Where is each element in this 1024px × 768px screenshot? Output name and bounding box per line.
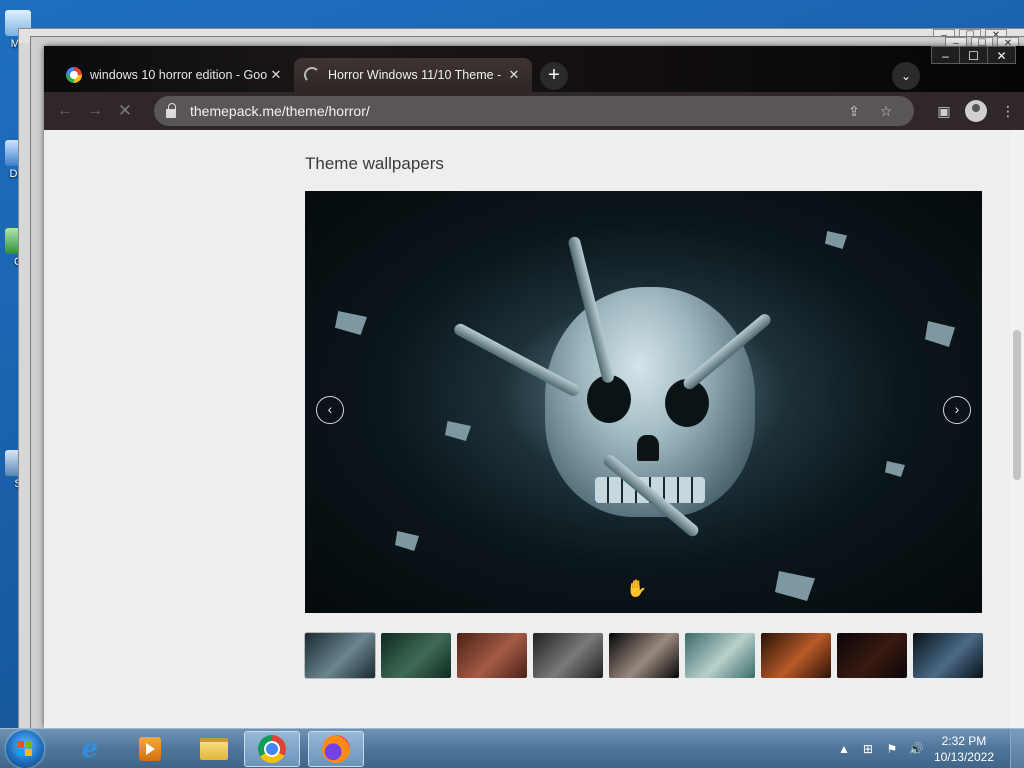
profile-avatar-icon[interactable] bbox=[965, 100, 987, 122]
wallpaper-thumbnail[interactable] bbox=[685, 633, 755, 678]
show-hidden-icons-icon[interactable]: ▲ bbox=[832, 742, 856, 756]
tab-strip: – ☐ ✕ windows 10 horror edition - Goo ✕ … bbox=[44, 46, 1024, 92]
debris-shard bbox=[925, 321, 955, 347]
address-bar[interactable]: themepack.me/theme/horror/ ⇪ ☆ bbox=[154, 96, 914, 126]
chrome-icon bbox=[258, 735, 286, 763]
media-player-icon bbox=[139, 737, 161, 761]
wallpaper-thumbnail[interactable] bbox=[381, 633, 451, 678]
system-tray: ▲ ⊞ ⚑ 🔊 2:32 PM 10/13/2022 bbox=[832, 729, 1024, 768]
wallpaper-thumbnail[interactable] bbox=[457, 633, 527, 678]
maximize-button[interactable]: ☐ bbox=[959, 46, 988, 64]
taskbar-media-player[interactable] bbox=[122, 731, 178, 767]
scrollbar-thumb[interactable] bbox=[1013, 330, 1021, 480]
side-panel-icon[interactable]: ▣ bbox=[928, 103, 960, 120]
skull-figure bbox=[545, 287, 755, 517]
debris-shard bbox=[775, 571, 815, 601]
bookmark-star-icon[interactable]: ☆ bbox=[870, 103, 902, 120]
browser-toolbar: ← → ✕ themepack.me/theme/horror/ ⇪ ☆ ▣ ⋮ bbox=[44, 92, 1024, 130]
volume-icon[interactable]: 🔊 bbox=[904, 742, 928, 756]
taskbar-internet-explorer[interactable]: e bbox=[62, 731, 118, 767]
clock[interactable]: 2:32 PM 10/13/2022 bbox=[934, 733, 994, 765]
clock-date: 10/13/2022 bbox=[933, 750, 994, 764]
window-controls: – ☐ ✕ bbox=[931, 46, 1016, 64]
close-window-button[interactable]: ✕ bbox=[987, 46, 1016, 64]
action-center-flag-icon[interactable]: ⚑ bbox=[880, 742, 904, 756]
back-button[interactable]: ← bbox=[50, 102, 80, 120]
nose-cavity bbox=[637, 435, 659, 461]
close-tab-icon[interactable]: ✕ bbox=[506, 67, 522, 83]
wallpaper-thumbnail[interactable] bbox=[305, 633, 375, 678]
page-content: Theme wallpapers ‹ › ✋ bbox=[44, 130, 1010, 728]
debris-shard bbox=[825, 231, 847, 249]
carousel-next-button[interactable]: › bbox=[943, 396, 971, 424]
start-button[interactable] bbox=[6, 730, 44, 768]
clock-time: 2:32 PM bbox=[941, 734, 987, 748]
chrome-window: – ☐ ✕ windows 10 horror edition - Goo ✕ … bbox=[44, 46, 1024, 728]
thumbnail-strip bbox=[305, 633, 983, 678]
taskbar: e ▲ ⊞ ⚑ 🔊 2:32 PM 10/13/2022 bbox=[0, 728, 1024, 768]
wallpaper-thumbnail[interactable] bbox=[609, 633, 679, 678]
windows-logo-icon bbox=[17, 741, 33, 757]
forward-button[interactable]: → bbox=[80, 102, 110, 120]
toolbar-right: ▣ ⋮ bbox=[928, 92, 1024, 130]
internet-explorer-icon: e bbox=[81, 734, 99, 764]
new-tab-button[interactable]: + bbox=[540, 62, 568, 90]
close-tab-icon[interactable]: ✕ bbox=[268, 67, 284, 83]
show-desktop-button[interactable] bbox=[1010, 729, 1024, 768]
loading-spinner-icon bbox=[304, 67, 320, 83]
stop-loading-button[interactable]: ✕ bbox=[110, 101, 140, 121]
debris-shard bbox=[445, 421, 471, 441]
hand-cursor-icon: ✋ bbox=[626, 579, 648, 598]
wallpaper-thumbnail[interactable] bbox=[913, 633, 983, 678]
debris-shard bbox=[885, 461, 905, 477]
google-icon bbox=[66, 67, 82, 83]
tab-title: Horror Windows 11/10 Theme - bbox=[328, 68, 502, 82]
folder-icon bbox=[200, 738, 228, 760]
firefox-icon bbox=[322, 735, 350, 763]
debris-shard bbox=[395, 531, 419, 551]
tab-title: windows 10 horror edition - Goo bbox=[90, 68, 268, 82]
carousel-prev-button[interactable]: ‹ bbox=[316, 396, 344, 424]
taskbar-file-explorer[interactable] bbox=[186, 731, 242, 767]
share-icon[interactable]: ⇪ bbox=[838, 103, 870, 120]
debris-shard bbox=[335, 311, 367, 335]
taskbar-firefox[interactable] bbox=[308, 731, 364, 767]
tab-themepack-horror[interactable]: Horror Windows 11/10 Theme - ✕ bbox=[294, 58, 532, 92]
wallpaper-thumbnail[interactable] bbox=[533, 633, 603, 678]
wallpaper-carousel-image[interactable]: ‹ › ✋ bbox=[305, 191, 982, 613]
tab-search-button[interactable]: ⌄ bbox=[892, 62, 920, 90]
chrome-menu-icon[interactable]: ⋮ bbox=[992, 103, 1024, 120]
network-icon[interactable]: ⊞ bbox=[856, 742, 880, 756]
section-title: Theme wallpapers bbox=[305, 154, 444, 173]
minimize-button[interactable]: – bbox=[931, 46, 960, 64]
page-scrollbar[interactable] bbox=[1010, 130, 1024, 728]
tab-google-search[interactable]: windows 10 horror edition - Goo ✕ bbox=[56, 58, 294, 92]
wallpaper-thumbnail[interactable] bbox=[837, 633, 907, 678]
taskbar-chrome[interactable] bbox=[244, 731, 300, 767]
url-text[interactable]: themepack.me/theme/horror/ bbox=[190, 103, 838, 119]
lock-icon[interactable] bbox=[166, 102, 176, 118]
wallpaper-thumbnail[interactable] bbox=[761, 633, 831, 678]
